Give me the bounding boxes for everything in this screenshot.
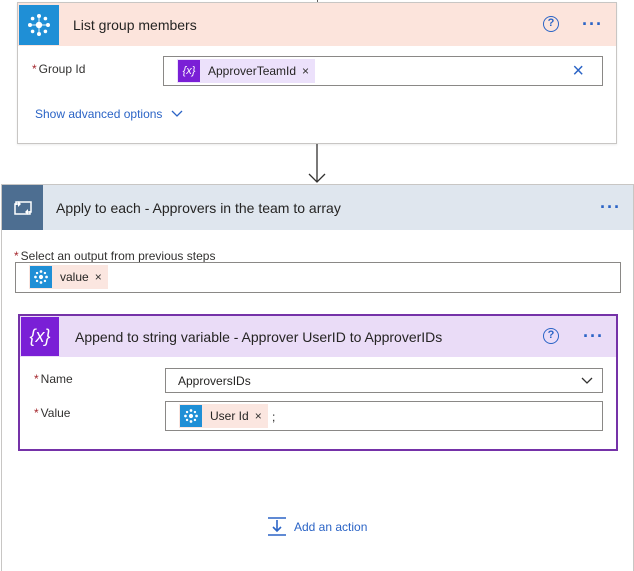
append-variable-header[interactable]: {x} Append to string variable - Approver… xyxy=(20,316,616,357)
value-token[interactable]: value × xyxy=(29,265,108,289)
name-label: * Name xyxy=(34,372,73,386)
office-groups-icon xyxy=(19,4,59,45)
card-title: Apply to each - Approvers in the team to… xyxy=(56,199,341,216)
show-advanced-options-link[interactable]: Show advanced options xyxy=(35,107,183,121)
variable-icon: {x} xyxy=(21,317,59,356)
select-output-label: * Select an output from previous steps xyxy=(14,249,216,263)
more-options-icon[interactable]: ··· xyxy=(600,198,621,216)
user-id-token[interactable]: User Id × xyxy=(179,404,268,428)
loop-icon xyxy=(2,185,43,230)
chevron-down-icon xyxy=(171,110,183,117)
value-label: * Value xyxy=(34,406,71,420)
advanced-options-label: Show advanced options xyxy=(35,107,163,121)
add-action-icon xyxy=(268,517,286,536)
chevron-down-icon xyxy=(581,377,593,384)
add-an-action-button[interactable]: Add an action xyxy=(266,516,367,538)
variable-name-select[interactable]: ApproversIDs xyxy=(165,368,603,393)
office-groups-icon xyxy=(180,405,202,427)
token-remove-icon[interactable]: × xyxy=(302,64,309,78)
more-options-icon[interactable]: ··· xyxy=(583,327,604,345)
help-icon[interactable]: ? xyxy=(543,16,559,32)
token-label: User Id xyxy=(210,409,249,423)
more-options-icon[interactable]: ··· xyxy=(582,15,603,33)
list-group-members-card[interactable]: List group members ? ··· * Group Id {x} A… xyxy=(17,2,617,144)
clear-field-icon[interactable]: × xyxy=(572,61,584,81)
approver-team-id-token[interactable]: {x} ApproverTeamId × xyxy=(177,59,316,83)
office-groups-icon xyxy=(30,266,52,288)
value-field[interactable]: User Id × ; xyxy=(165,401,603,431)
variable-icon: {x} xyxy=(178,60,200,82)
apply-to-each-card[interactable]: Apply to each - Approvers in the team to… xyxy=(1,184,634,571)
selected-variable-name: ApproversIDs xyxy=(178,374,251,388)
token-remove-icon[interactable]: × xyxy=(255,409,262,423)
list-group-members-header[interactable]: List group members ? ··· xyxy=(18,3,616,46)
group-id-label: * Group Id xyxy=(32,62,86,76)
add-action-label: Add an action xyxy=(294,520,368,534)
group-id-field[interactable]: {x} ApproverTeamId × × xyxy=(163,56,603,86)
append-to-string-variable-card[interactable]: {x} Append to string variable - Approver… xyxy=(18,314,618,451)
connector-arrow-icon xyxy=(308,144,326,183)
apply-to-each-header[interactable]: Apply to each - Approvers in the team to… xyxy=(2,185,633,230)
help-icon[interactable]: ? xyxy=(543,328,559,344)
card-title: Append to string variable - Approver Use… xyxy=(75,328,443,345)
card-title: List group members xyxy=(73,16,197,33)
token-label: value xyxy=(60,270,89,284)
token-label: ApproverTeamId xyxy=(208,64,297,78)
token-remove-icon[interactable]: × xyxy=(95,270,102,284)
value-suffix-text: ; xyxy=(272,410,276,424)
select-output-field[interactable]: value × xyxy=(15,262,621,293)
